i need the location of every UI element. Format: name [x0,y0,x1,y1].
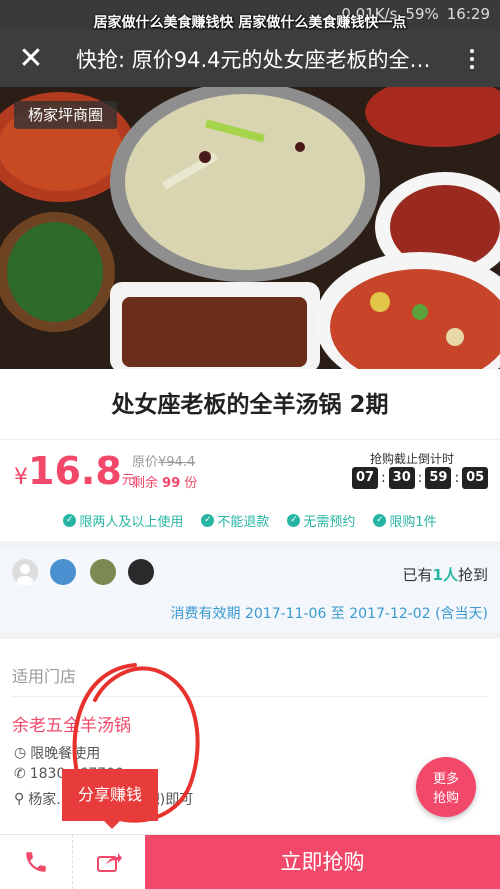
deal-tags: ✓ 限两人及以上使用 ✓ 不能退款 ✓ 无需预约 ✓ 限购1件 [0,511,500,530]
call-button[interactable] [0,835,73,889]
avatar[interactable] [12,559,38,586]
tag-item: ✓ 不能退款 [201,511,269,530]
countdown-label: 抢购截止倒计时 [370,452,455,466]
tag-item: ✓ 限两人及以上使用 [63,511,183,530]
remain-suffix: 份 [184,476,198,491]
countdown-minutes: 59 [425,467,452,489]
buy-now-button[interactable]: 立即抢购 [145,835,500,889]
original-price: 原价¥94.4 [132,451,195,470]
price-value: 16.8 [28,449,122,493]
avatar[interactable] [50,559,76,585]
more-deals-line1: 更多 [432,772,459,787]
countdown-hours: 30 [388,467,415,489]
current-price: ¥16.8元 [14,449,135,493]
clock-icon: ◷ [14,745,27,761]
tag-label: 无需预约 [303,515,356,530]
title-bar: ✕ 快抢: 原价94.4元的处女座老板的全羊… [0,30,500,87]
buyers-panel: 已有1人抢到 消费有效期 2017-11-06 至 2017-12-02 (含当… [0,547,500,631]
remaining-stock: 剩余 99 份 [132,472,197,491]
share-earn-tooltip[interactable]: 分享赚钱 [62,769,158,829]
page-title: 快抢: 原价94.4元的处女座老板的全羊… [76,48,446,72]
buyers-suffix: 抢到 [457,566,488,584]
more-deals-button[interactable]: 更多 抢购 [416,757,476,817]
share-icon [96,853,122,872]
tag-item: ✓ 限购1件 [373,511,437,530]
district-badge: 杨家坪商圈 [14,101,118,129]
tag-label: 不能退款 [217,515,270,530]
original-price-value: ¥94.4 [158,455,196,470]
check-icon: ✓ [63,514,77,527]
share-button[interactable] [72,835,145,889]
deal-info-panel: 处女座老板的全羊汤锅 2期 ¥16.8元 原价¥94.4 剩余 99 份 抢购截… [0,369,500,541]
original-price-label: 原价 [132,455,159,470]
remain-prefix: 剩余 [132,476,159,491]
location-pin-icon: ⚲ [14,791,25,807]
countdown-seconds: 05 [462,467,489,489]
tag-label: 限购1件 [389,515,437,530]
check-icon: ✓ [201,514,215,527]
validity-period: 消费有效期 2017-11-06 至 2017-12-02 (含当天) [170,606,488,622]
buyers-prefix: 已有 [402,566,433,584]
deal-title: 处女座老板的全羊汤锅 2期 [111,392,389,418]
remain-count: 99 [162,476,181,491]
bottom-bar: 立即抢购 [0,834,500,889]
buyers-count: 已有1人抢到 [403,564,488,585]
overlay-caption: 居家做什么美食赚钱快 居家做什么美食赚钱快一点 [93,15,407,31]
phone-icon: ✆ [14,766,26,782]
currency-symbol: ¥ [14,465,28,490]
countdown-timer: 07: 30: 59: 05 [352,467,489,489]
buyers-number: 1人 [432,566,458,584]
phone-icon [26,852,46,872]
countdown-days: 07 [352,467,378,489]
more-menu-icon[interactable] [462,42,482,76]
check-icon: ✓ [373,514,387,527]
tag-label: 限两人及以上使用 [79,515,184,530]
tag-item: ✓ 无需预约 [287,511,355,530]
close-button[interactable]: ✕ [14,42,48,76]
avatar[interactable] [128,559,154,585]
avatar[interactable] [90,559,116,585]
deal-photo [0,87,500,369]
divider [0,439,500,440]
check-icon: ✓ [287,514,301,527]
more-deals-line2: 抢购 [432,791,459,806]
